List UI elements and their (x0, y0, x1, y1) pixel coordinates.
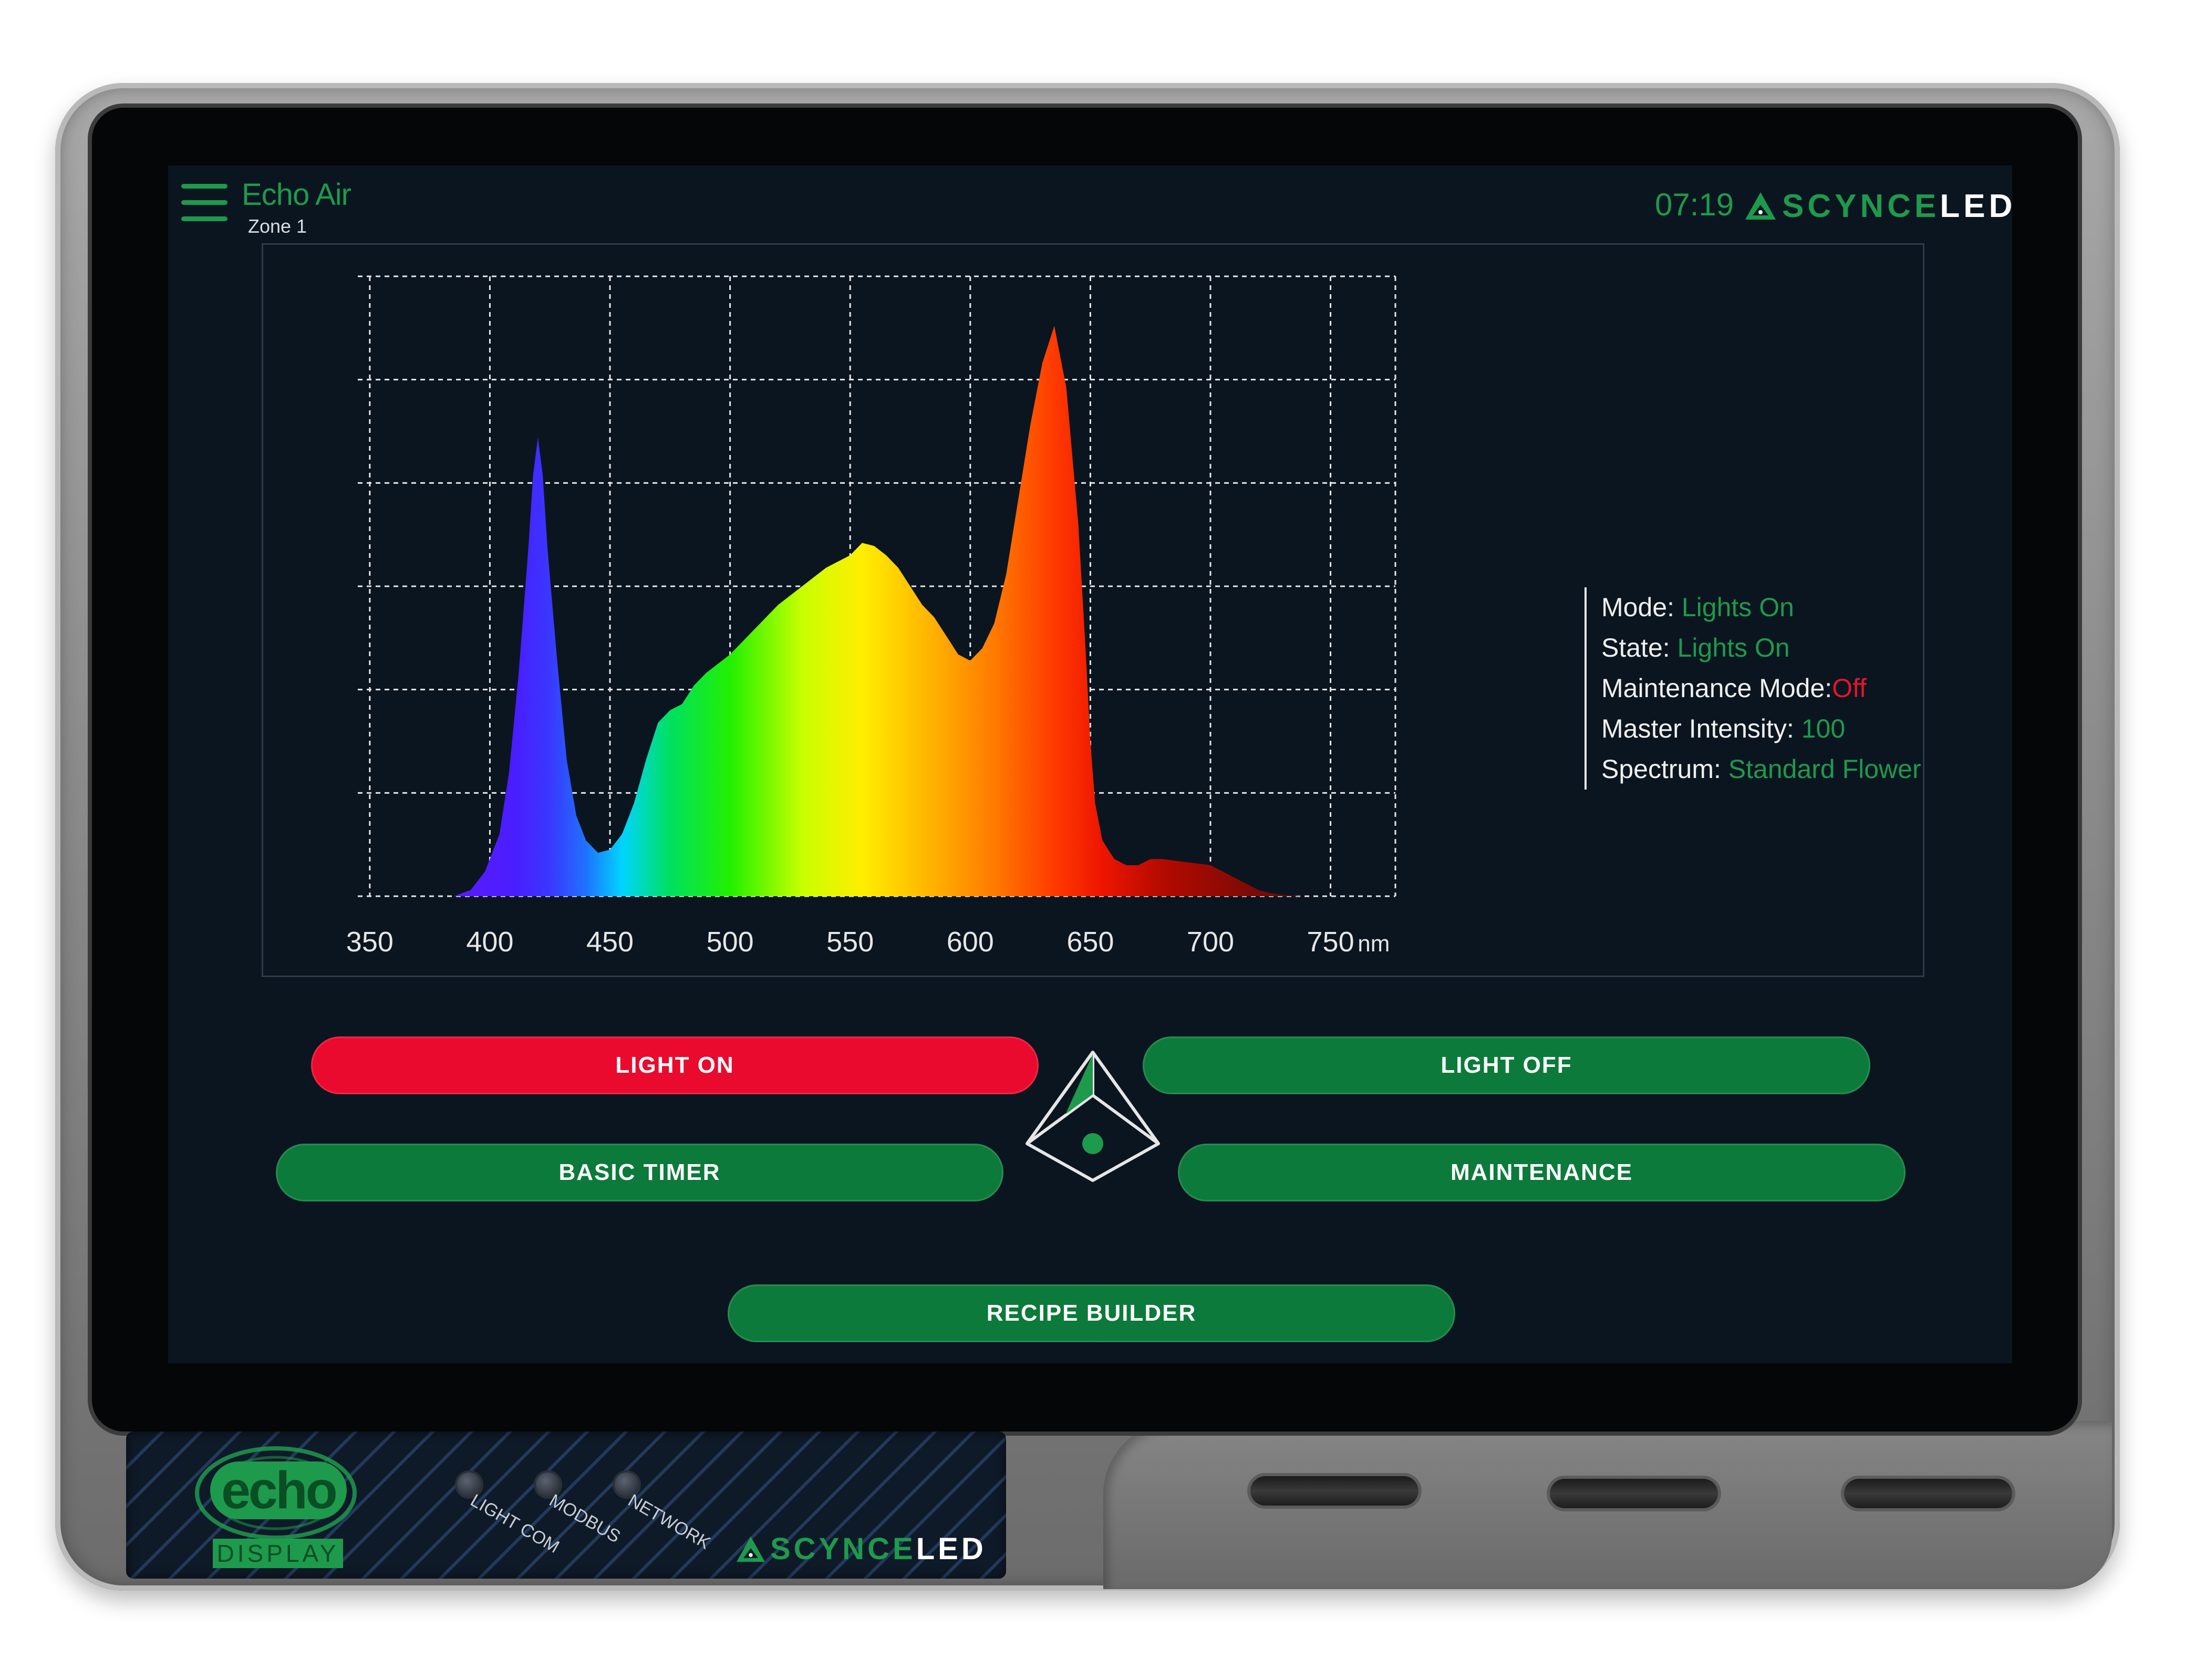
maintenance-button[interactable]: MAINTENANCE (1178, 1144, 1906, 1201)
x-tick-label: 600 (947, 926, 994, 958)
x-tick-label: 400 (466, 926, 513, 958)
brand-logo: SCYNCELED (1744, 188, 2012, 224)
strip-brand-prefix: SCYNCE (770, 1532, 916, 1566)
recipe-builder-button[interactable]: RECIPE BUILDER (728, 1284, 1455, 1342)
vent-slot-3 (1844, 1479, 2012, 1508)
status-maintenance: Maintenance Mode:Off (1601, 673, 1867, 703)
led-network-label: NETWORK (625, 1490, 714, 1553)
x-tick-label: 550 (826, 926, 874, 958)
screen: Echo Air Zone 1 07:19 SCYNCELED 350 400 45… (168, 165, 2012, 1363)
brand-prefix: SCYNCE (1782, 188, 1940, 224)
strip-brand-suffix: LED (916, 1532, 987, 1566)
zone-label: Zone 1 (248, 215, 307, 237)
strip-brand-icon (737, 1536, 765, 1562)
light-off-button[interactable]: LIGHT OFF (1143, 1036, 1870, 1094)
spectrum-chart-panel: 350 400 450 500 550 600 650 700 750 nm Mode: Ligh… (262, 243, 1924, 977)
status-intensity: Master Intensity: 100 (1601, 714, 1846, 743)
status-maintenance-value: Off (1832, 673, 1867, 703)
spectrum-area (453, 326, 1379, 896)
status-mode-value: Lights On (1681, 593, 1794, 622)
x-tick-label: 450 (586, 926, 634, 958)
menu-icon[interactable] (181, 184, 227, 222)
vent-slot-2 (1550, 1479, 1718, 1508)
vent-slot-1 (1250, 1476, 1418, 1506)
led-light-com-label: LIGHT COM (467, 1490, 563, 1558)
status-state: State: Lights On (1601, 633, 1790, 662)
echo-display-badge: echo DISPLAY (171, 1438, 357, 1574)
clock: 07:19 (1655, 187, 1734, 222)
status-state-value: Lights On (1677, 633, 1790, 662)
brand-suffix: LED (1940, 188, 2012, 224)
app-title: Echo Air (242, 178, 351, 212)
status-mode: Mode: Lights On (1601, 593, 1794, 622)
status-panel: Mode: Lights On State: Lights On Mainten… (1585, 587, 1921, 790)
x-tick-label: 700 (1187, 926, 1234, 958)
x-tick-label: 500 (707, 926, 754, 958)
status-intensity-value: 100 (1801, 714, 1846, 743)
light-on-button[interactable]: LIGHT ON (311, 1036, 1039, 1094)
x-tick-label: 350 (346, 926, 393, 958)
status-spectrum: Spectrum: Standard Flower (1601, 754, 1921, 784)
echo-word: echo (210, 1461, 347, 1519)
brand-logo-icon (1745, 192, 1776, 220)
hardware-label-strip: echo DISPLAY LIGHT COM MODBUS NETWORK SC… (126, 1432, 1006, 1579)
strip-brand-logo: SCYNCELED (736, 1531, 987, 1567)
basic-timer-button[interactable]: BASIC TIMER (276, 1144, 1003, 1201)
pyramid-logo-icon (1026, 1051, 1160, 1182)
x-tick-label: 650 (1066, 926, 1114, 958)
status-spectrum-value: Standard Flower (1728, 754, 1921, 784)
echo-display-word: DISPLAY (213, 1539, 343, 1568)
x-unit-label: nm (1358, 931, 1390, 957)
x-tick-label: 750 (1307, 926, 1354, 958)
